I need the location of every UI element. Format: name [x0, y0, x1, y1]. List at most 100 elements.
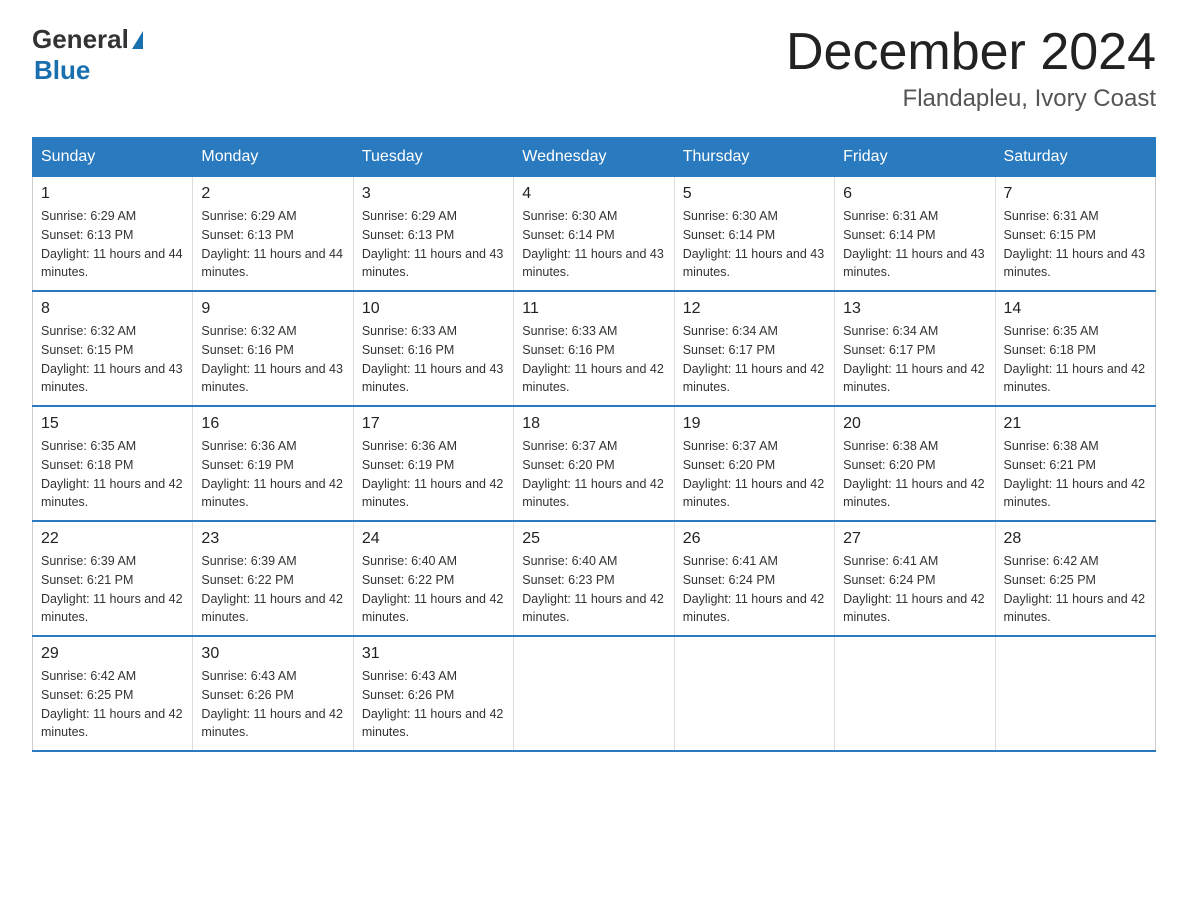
calendar-day-cell: 4Sunrise: 6:30 AMSunset: 6:14 PMDaylight… — [514, 177, 674, 292]
calendar-day-cell: 7 Sunrise: 6:31 AMSunset: 6:15 PMDaylight… — [995, 177, 1155, 292]
calendar-day-cell: 26 Sunrise: 6:41 AMSunset: 6:24 PMDayligh… — [674, 521, 834, 636]
day-of-week-header: Saturday — [995, 138, 1155, 177]
calendar-day-cell: 24 Sunrise: 6:40 AMSunset: 6:22 PMDayligh… — [353, 521, 513, 636]
day-info: Sunrise: 6:42 AMSunset: 6:25 PMDaylight:… — [1004, 552, 1147, 627]
day-info: Sunrise: 6:29 AMSunset: 6:13 PMDaylight:… — [41, 207, 184, 282]
day-of-week-header: Wednesday — [514, 138, 674, 177]
day-number: 13 — [843, 300, 986, 318]
day-info: Sunrise: 6:43 AMSunset: 6:26 PMDaylight:… — [362, 667, 505, 742]
calendar-day-cell: 16 Sunrise: 6:36 AMSunset: 6:19 PMDayligh… — [193, 406, 353, 521]
day-info: Sunrise: 6:33 AMSunset: 6:16 PMDaylight:… — [522, 322, 665, 397]
calendar-day-cell: 13 Sunrise: 6:34 AMSunset: 6:17 PMDayligh… — [835, 291, 995, 406]
day-number: 30 — [201, 645, 344, 663]
logo-blue: Blue — [34, 55, 90, 86]
day-number: 6 — [843, 185, 986, 203]
day-number: 26 — [683, 530, 826, 548]
calendar-day-cell: 21 Sunrise: 6:38 AMSunset: 6:21 PMDayligh… — [995, 406, 1155, 521]
calendar-week-row: 1 Sunrise: 6:29 AMSunset: 6:13 PMDaylight… — [33, 177, 1156, 292]
day-number: 23 — [201, 530, 344, 548]
day-number: 5 — [683, 185, 826, 203]
logo-triangle-icon — [132, 31, 143, 49]
day-number: 4 — [522, 185, 665, 203]
day-of-week-header: Thursday — [674, 138, 834, 177]
day-number: 31 — [362, 645, 505, 663]
day-info: Sunrise: 6:34 AMSunset: 6:17 PMDaylight:… — [843, 322, 986, 397]
calendar-day-cell: 27Sunrise: 6:41 AMSunset: 6:24 PMDayligh… — [835, 521, 995, 636]
day-number: 21 — [1004, 415, 1147, 433]
calendar-day-cell: 3 Sunrise: 6:29 AMSunset: 6:13 PMDaylight… — [353, 177, 513, 292]
day-info: Sunrise: 6:29 AMSunset: 6:13 PMDaylight:… — [362, 207, 505, 282]
day-info: Sunrise: 6:37 AMSunset: 6:20 PMDaylight:… — [683, 437, 826, 512]
day-info: Sunrise: 6:32 AMSunset: 6:16 PMDaylight:… — [201, 322, 344, 397]
day-info: Sunrise: 6:40 AMSunset: 6:23 PMDaylight:… — [522, 552, 665, 627]
calendar-day-cell: 2 Sunrise: 6:29 AMSunset: 6:13 PMDaylight… — [193, 177, 353, 292]
calendar-day-cell: 10 Sunrise: 6:33 AMSunset: 6:16 PMDayligh… — [353, 291, 513, 406]
calendar-day-cell — [674, 636, 834, 751]
calendar-week-row: 22 Sunrise: 6:39 AMSunset: 6:21 PMDayligh… — [33, 521, 1156, 636]
day-number: 22 — [41, 530, 184, 548]
day-number: 28 — [1004, 530, 1147, 548]
logo: General Blue — [32, 24, 143, 86]
calendar-day-cell: 29Sunrise: 6:42 AMSunset: 6:25 PMDayligh… — [33, 636, 193, 751]
day-info: Sunrise: 6:34 AMSunset: 6:17 PMDaylight:… — [683, 322, 826, 397]
day-info: Sunrise: 6:31 AMSunset: 6:14 PMDaylight:… — [843, 207, 986, 282]
calendar-day-cell: 12 Sunrise: 6:34 AMSunset: 6:17 PMDayligh… — [674, 291, 834, 406]
calendar-day-cell: 30Sunrise: 6:43 AMSunset: 6:26 PMDayligh… — [193, 636, 353, 751]
calendar-day-cell: 11 Sunrise: 6:33 AMSunset: 6:16 PMDayligh… — [514, 291, 674, 406]
location-title: Flandapleu, Ivory Coast — [786, 85, 1156, 113]
day-number: 11 — [522, 300, 665, 318]
day-number: 18 — [522, 415, 665, 433]
day-info: Sunrise: 6:31 AMSunset: 6:15 PMDaylight:… — [1004, 207, 1147, 282]
day-number: 15 — [41, 415, 184, 433]
calendar-table: SundayMondayTuesdayWednesdayThursdayFrid… — [32, 137, 1156, 752]
day-of-week-header: Sunday — [33, 138, 193, 177]
day-number: 24 — [362, 530, 505, 548]
calendar-day-cell: 8 Sunrise: 6:32 AMSunset: 6:15 PMDaylight… — [33, 291, 193, 406]
day-number: 9 — [201, 300, 344, 318]
calendar-day-cell: 15Sunrise: 6:35 AMSunset: 6:18 PMDayligh… — [33, 406, 193, 521]
title-block: December 2024 Flandapleu, Ivory Coast — [786, 24, 1156, 113]
day-number: 12 — [683, 300, 826, 318]
day-info: Sunrise: 6:39 AMSunset: 6:21 PMDaylight:… — [41, 552, 184, 627]
day-number: 3 — [362, 185, 505, 203]
calendar-day-cell — [995, 636, 1155, 751]
day-number: 29 — [41, 645, 184, 663]
day-number: 16 — [201, 415, 344, 433]
day-info: Sunrise: 6:38 AMSunset: 6:21 PMDaylight:… — [1004, 437, 1147, 512]
calendar-week-row: 29Sunrise: 6:42 AMSunset: 6:25 PMDayligh… — [33, 636, 1156, 751]
calendar-day-cell: 19 Sunrise: 6:37 AMSunset: 6:20 PMDayligh… — [674, 406, 834, 521]
day-number: 14 — [1004, 300, 1147, 318]
day-info: Sunrise: 6:35 AMSunset: 6:18 PMDaylight:… — [1004, 322, 1147, 397]
day-info: Sunrise: 6:36 AMSunset: 6:19 PMDaylight:… — [201, 437, 344, 512]
calendar-day-cell: 23Sunrise: 6:39 AMSunset: 6:22 PMDayligh… — [193, 521, 353, 636]
calendar-day-cell: 22 Sunrise: 6:39 AMSunset: 6:21 PMDayligh… — [33, 521, 193, 636]
day-info: Sunrise: 6:29 AMSunset: 6:13 PMDaylight:… — [201, 207, 344, 282]
day-number: 17 — [362, 415, 505, 433]
day-info: Sunrise: 6:36 AMSunset: 6:19 PMDaylight:… — [362, 437, 505, 512]
day-info: Sunrise: 6:38 AMSunset: 6:20 PMDaylight:… — [843, 437, 986, 512]
day-info: Sunrise: 6:33 AMSunset: 6:16 PMDaylight:… — [362, 322, 505, 397]
day-number: 19 — [683, 415, 826, 433]
calendar-week-row: 8 Sunrise: 6:32 AMSunset: 6:15 PMDaylight… — [33, 291, 1156, 406]
day-number: 1 — [41, 185, 184, 203]
calendar-day-cell — [514, 636, 674, 751]
calendar-day-cell: 20Sunrise: 6:38 AMSunset: 6:20 PMDayligh… — [835, 406, 995, 521]
calendar-day-cell: 25 Sunrise: 6:40 AMSunset: 6:23 PMDayligh… — [514, 521, 674, 636]
calendar-day-cell: 6 Sunrise: 6:31 AMSunset: 6:14 PMDaylight… — [835, 177, 995, 292]
day-info: Sunrise: 6:40 AMSunset: 6:22 PMDaylight:… — [362, 552, 505, 627]
day-of-week-header: Friday — [835, 138, 995, 177]
day-number: 7 — [1004, 185, 1147, 203]
calendar-header-row: SundayMondayTuesdayWednesdayThursdayFrid… — [33, 138, 1156, 177]
day-number: 2 — [201, 185, 344, 203]
day-number: 25 — [522, 530, 665, 548]
calendar-week-row: 15Sunrise: 6:35 AMSunset: 6:18 PMDayligh… — [33, 406, 1156, 521]
calendar-day-cell: 18Sunrise: 6:37 AMSunset: 6:20 PMDayligh… — [514, 406, 674, 521]
day-number: 8 — [41, 300, 184, 318]
calendar-day-cell: 1 Sunrise: 6:29 AMSunset: 6:13 PMDaylight… — [33, 177, 193, 292]
day-info: Sunrise: 6:32 AMSunset: 6:15 PMDaylight:… — [41, 322, 184, 397]
day-number: 10 — [362, 300, 505, 318]
day-info: Sunrise: 6:41 AMSunset: 6:24 PMDaylight:… — [683, 552, 826, 627]
day-info: Sunrise: 6:30 AMSunset: 6:14 PMDaylight:… — [683, 207, 826, 282]
page-header: General Blue December 2024 Flandapleu, I… — [32, 24, 1156, 113]
calendar-day-cell: 9 Sunrise: 6:32 AMSunset: 6:16 PMDaylight… — [193, 291, 353, 406]
